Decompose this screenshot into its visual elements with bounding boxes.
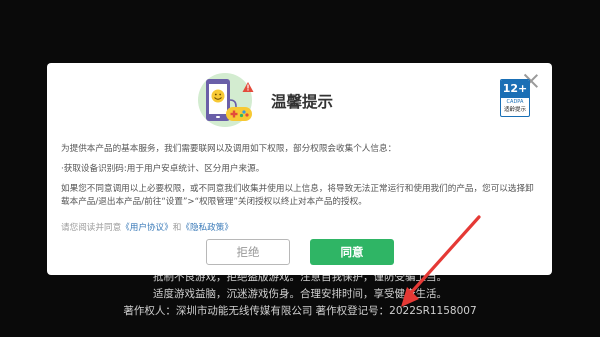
reject-button[interactable]: 拒绝: [206, 239, 290, 265]
user-agreement-link[interactable]: 《用户协议》: [121, 223, 173, 233]
privacy-policy-link[interactable]: 《隐私政策》: [181, 223, 233, 233]
permission-device-id: ·获取设备识别码:用于用户安卓统计、区分用户来源。: [61, 164, 265, 174]
age-rating-value: 12+: [501, 80, 529, 98]
agreement-line: 请您阅读并同意《用户协议》和《隐私政策》: [61, 221, 233, 233]
footer-line-2: 适度游戏益脑，沉迷游戏伤身。合理安排时间，享受健康生活。: [153, 288, 447, 300]
footer-line-3: 著作权人：深圳市动能无线传媒有限公司 著作权登记号：2022SR1158007: [123, 305, 477, 317]
age-rating-org: CADPA: [506, 99, 524, 105]
agreement-prefix: 请您阅读并同意: [61, 223, 122, 233]
age-rating-note: 适龄提示: [503, 107, 526, 113]
privacy-dialog: 12+ CADPA 适龄提示 温馨提示 为提供本产品的基本服务，我们需要联网以及…: [47, 63, 552, 307]
permission-intro: 为提供本产品的基本服务，我们需要联网以及调用如下权限，部分权限会收集个人信息：: [61, 144, 397, 154]
phone-gamepad-icon: [198, 73, 254, 127]
age-rating-badge: 12+ CADPA 适龄提示: [500, 79, 530, 117]
accept-button[interactable]: 同意: [310, 239, 394, 265]
anti-addiction-notice: 抵制不良游戏，拒绝盗版游戏。注意自我保护，谨防受骗上当。 适度游戏益脑，沉迷游戏…: [0, 269, 600, 320]
screen: 抵制不良游戏，拒绝盗版游戏。注意自我保护，谨防受骗上当。 适度游戏益脑，沉迷游戏…: [0, 0, 600, 337]
dialog-title: 温馨提示: [271, 93, 334, 111]
permission-explanation: 为提供本产品的基本服务，我们需要联网以及调用如下权限，部分权限会收集个人信息： …: [61, 143, 541, 209]
permission-refusal-note: 如果您不同意调用以上必要权限，或不同意我们收集并使用以上信息，将导致无法正常运行…: [61, 184, 534, 207]
